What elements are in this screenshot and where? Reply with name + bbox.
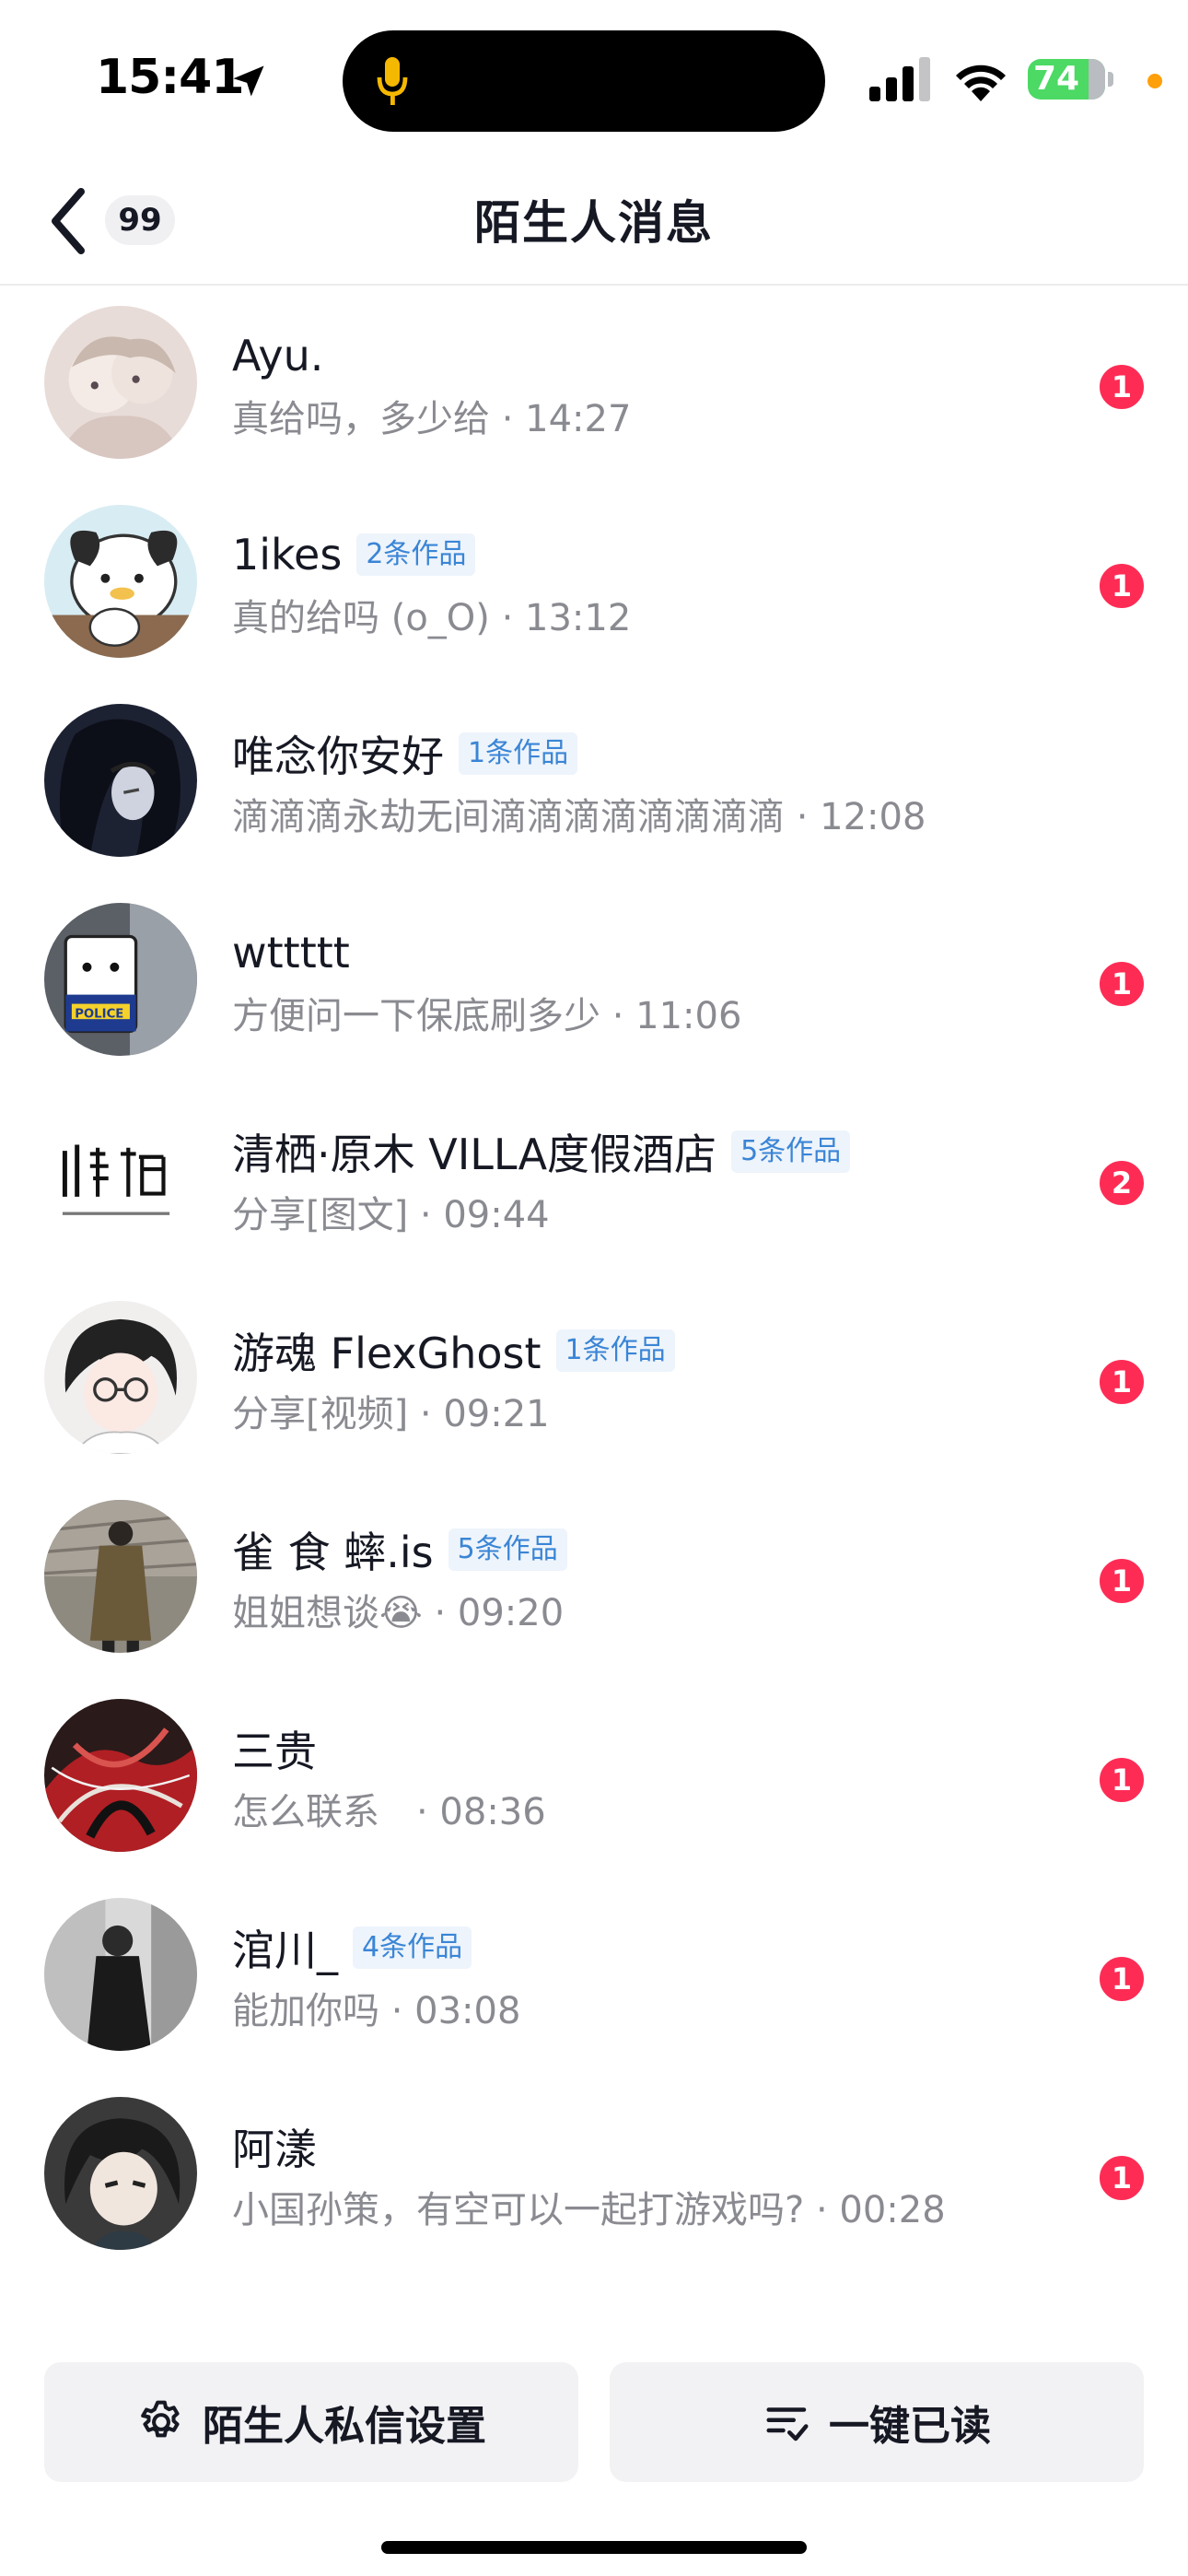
- works-count-tag[interactable]: 1条作品: [459, 732, 578, 775]
- cellular-signal-icon: [869, 57, 930, 101]
- avatar[interactable]: [44, 306, 197, 459]
- row-name-line: 1ikes 2条作品: [232, 525, 476, 584]
- row-name-line: Ayu.: [232, 326, 323, 385]
- list-item[interactable]: 唯念你安好 1条作品 滴滴滴永劫无间滴滴滴滴滴滴滴滴 · 12:08: [0, 684, 1188, 883]
- unread-badge: 2: [1098, 1159, 1146, 1207]
- unread-badge: 1: [1098, 562, 1146, 610]
- row-name-line: 涫川_ 4条作品: [232, 1918, 472, 1977]
- mark-all-read-button[interactable]: 一键已读: [610, 2362, 1144, 2482]
- message-preview: 真的给吗 (o_O) · 13:12: [232, 597, 632, 639]
- row-name-line: 清栖·原木 VILLA度假酒店 5条作品: [232, 1122, 851, 1181]
- svg-text:POLICE: POLICE: [75, 1008, 123, 1022]
- works-count-tag[interactable]: 1条作品: [555, 1329, 675, 1372]
- row-name-line: 三贵: [232, 1719, 317, 1778]
- works-count-tag[interactable]: 4条作品: [353, 1926, 472, 1969]
- list-item[interactable]: POLICE wttttt 方便问一下保底刷多少 · 11:06 1: [0, 883, 1188, 1082]
- contact-name: 游魂 FlexGhost: [232, 1329, 542, 1378]
- avatar[interactable]: [44, 704, 197, 857]
- bottom-bar: 陌生人私信设置 一键已读: [0, 2331, 1188, 2576]
- unread-badge: 1: [1098, 1756, 1146, 1804]
- contact-name: 雀 食 蟀.is: [232, 1528, 434, 1577]
- row-name-line: wttttt: [232, 923, 350, 982]
- contact-name: 三贵: [232, 1727, 317, 1776]
- home-indicator: [381, 2541, 807, 2554]
- microphone-icon: [377, 57, 408, 105]
- avatar[interactable]: [44, 2097, 197, 2250]
- works-count-tag[interactable]: 5条作品: [448, 1528, 567, 1571]
- message-preview: 小国孙策，有空可以一起打游戏吗? · 00:28: [232, 2189, 946, 2231]
- location-arrow-icon: [233, 65, 264, 97]
- message-preview: 真给吗，多少给 · 14:27: [232, 398, 632, 440]
- gear-icon: [141, 2400, 180, 2438]
- message-preview: 能加你吗 · 03:08: [232, 1990, 521, 2032]
- list-item[interactable]: 三贵 怎么联系 · 08:36 1: [0, 1679, 1188, 1878]
- status-time: 15:41: [96, 50, 245, 105]
- stranger-message-settings-button[interactable]: 陌生人私信设置: [44, 2362, 578, 2482]
- works-count-tag[interactable]: 2条作品: [356, 533, 476, 576]
- battery-cap: [1108, 72, 1113, 87]
- avatar[interactable]: [44, 505, 197, 658]
- nav-bar: 99 陌生人消息: [0, 157, 1188, 286]
- row-name-line: 阿漾: [232, 2117, 317, 2176]
- contact-name: 阿漾: [232, 2125, 317, 2174]
- hotel-logo-icon: [44, 1102, 197, 1255]
- avatar[interactable]: [44, 1699, 197, 1852]
- message-preview: 滴滴滴永劫无间滴滴滴滴滴滴滴滴 · 12:08: [232, 796, 926, 838]
- avatar[interactable]: [44, 1898, 197, 2051]
- status-bar: 15:41 74: [0, 0, 1188, 157]
- list-item[interactable]: 涫川_ 4条作品 能加你吗 · 03:08 1: [0, 1878, 1188, 2077]
- row-name-line: 雀 食 蟀.is 5条作品: [232, 1520, 567, 1579]
- settings-label: 陌生人私信设置: [203, 2403, 486, 2450]
- privacy-indicator-dot: [1147, 74, 1162, 88]
- list-item[interactable]: 雀 食 蟀.is 5条作品 姐姐想谈😭 · 09:20 1: [0, 1480, 1188, 1679]
- battery-icon: 74: [1028, 59, 1105, 100]
- mark-read-label: 一键已读: [829, 2403, 991, 2450]
- unread-badge: 1: [1098, 1955, 1146, 2003]
- list-item[interactable]: 1ikes 2条作品 真的给吗 (o_O) · 13:12 1: [0, 485, 1188, 684]
- message-preview: 分享[图文] · 09:44: [232, 1194, 550, 1236]
- dynamic-island: [343, 30, 825, 132]
- avatar[interactable]: [44, 1301, 197, 1454]
- unread-badge: 1: [1098, 1557, 1146, 1605]
- contact-name: 唯念你安好: [232, 732, 444, 781]
- unread-badge: 1: [1098, 363, 1146, 411]
- wifi-icon: [956, 64, 1006, 101]
- message-preview: 怎么联系 · 08:36: [232, 1791, 546, 1833]
- contact-name: Ayu.: [232, 331, 324, 381]
- message-preview: 分享[视频] · 09:21: [232, 1393, 550, 1435]
- list-item-partial: [0, 2320, 1188, 2331]
- contact-name: 清栖·原木 VILLA度假酒店: [232, 1130, 717, 1179]
- message-list: Ayu. 真给吗，多少给 · 14:27 1 1ikes 2条作品 真的给吗 (…: [0, 286, 1188, 2331]
- page-title: 陌生人消息: [474, 196, 714, 250]
- contact-name: 涫川_: [232, 1926, 338, 1975]
- list-item[interactable]: 清栖·原木 VILLA度假酒店 5条作品 分享[图文] · 09:44 2: [0, 1082, 1188, 1281]
- unread-badge: 1: [1098, 2154, 1146, 2202]
- contact-name: 1ikes: [232, 530, 343, 580]
- list-item[interactable]: 游魂 FlexGhost 1条作品 分享[视频] · 09:21 1: [0, 1281, 1188, 1480]
- unread-badge: 1: [1098, 960, 1146, 1008]
- avatar[interactable]: [44, 1102, 197, 1255]
- contact-name: wttttt: [232, 928, 350, 978]
- list-item[interactable]: Ayu. 真给吗，多少给 · 14:27 1: [0, 286, 1188, 485]
- message-preview: 姐姐想谈😭 · 09:20: [232, 1592, 565, 1634]
- list-check-icon: [766, 2407, 809, 2441]
- avatar[interactable]: [44, 1500, 197, 1653]
- list-item[interactable]: 阿漾 小国孙策，有空可以一起打游戏吗? · 00:28 1: [0, 2077, 1188, 2276]
- row-name-line: 游魂 FlexGhost 1条作品: [232, 1321, 675, 1380]
- row-name-line: 唯念你安好 1条作品: [232, 724, 578, 783]
- avatar[interactable]: POLICE: [44, 903, 197, 1056]
- message-preview: 方便问一下保底刷多少 · 11:06: [232, 995, 742, 1037]
- works-count-tag[interactable]: 5条作品: [731, 1130, 851, 1173]
- unread-badge: 1: [1098, 1358, 1146, 1406]
